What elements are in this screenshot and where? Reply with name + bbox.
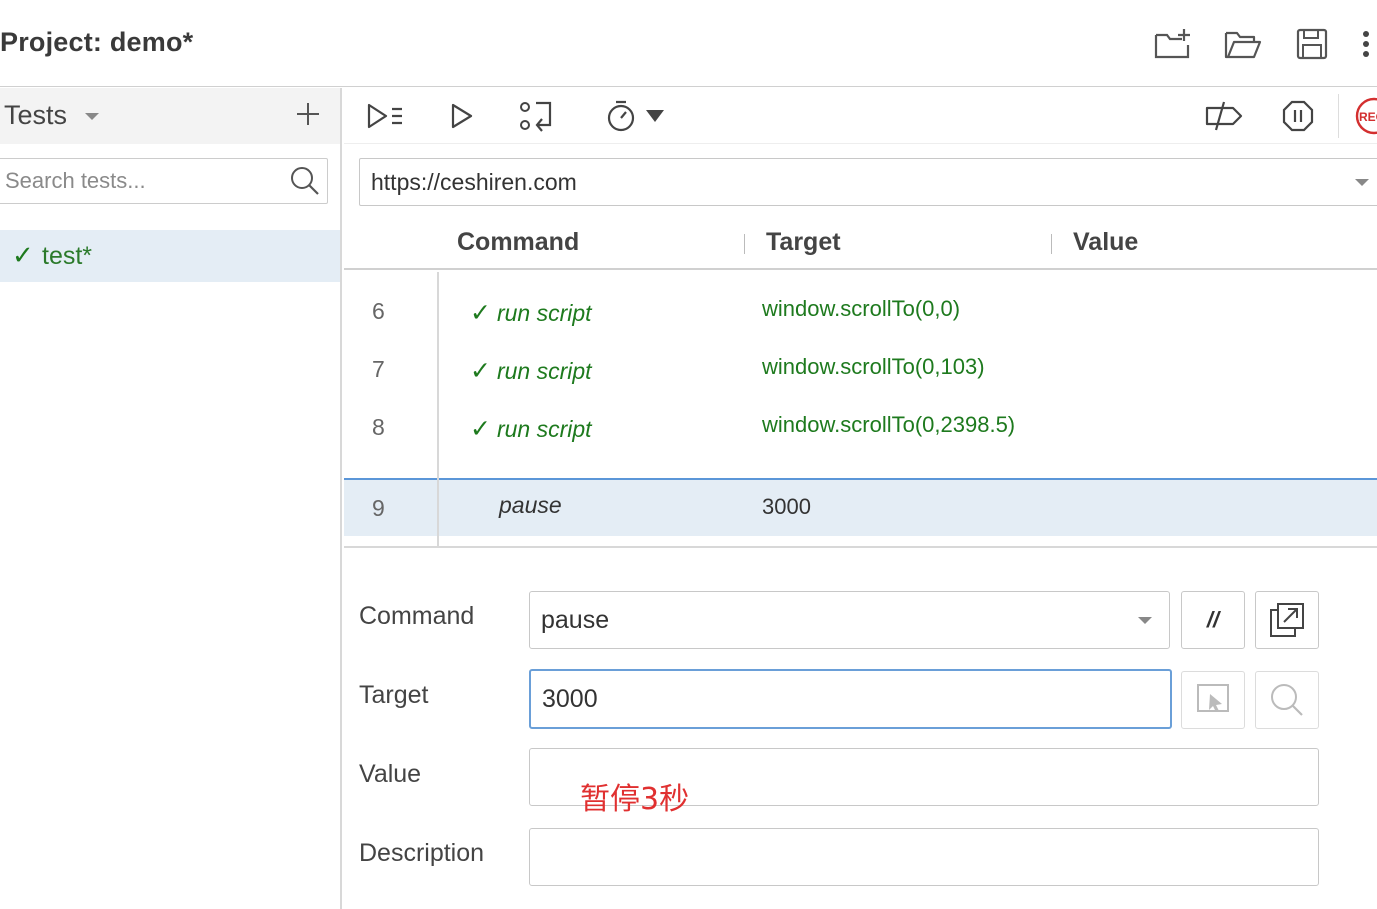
column-header-command: Command: [457, 228, 580, 256]
save-project-icon[interactable]: [1292, 24, 1332, 64]
row-target: window.scrollTo(0,0): [762, 296, 961, 321]
test-toolbar: REC: [344, 88, 1377, 144]
column-separator[interactable]: [1051, 234, 1052, 254]
row-command: ✓ run script: [470, 298, 592, 328]
more-options-icon[interactable]: [1346, 24, 1377, 64]
find-target-button[interactable]: [1255, 671, 1319, 729]
base-url-select[interactable]: https://ceshiren.com: [359, 158, 1377, 206]
commands-table-header: Command Target Value: [344, 218, 1377, 270]
record-icon[interactable]: REC: [1352, 96, 1377, 136]
row-command-text: run script: [496, 300, 592, 326]
test-speed-icon[interactable]: [606, 96, 668, 136]
passed-check-icon: ✓: [470, 415, 491, 443]
row-number: 6: [372, 298, 385, 324]
value-label: Value: [359, 760, 422, 788]
run-current-test-icon[interactable]: [448, 96, 476, 136]
table-row[interactable]: 6 ✓ run script window.scrollTo(0,0): [344, 272, 1377, 330]
plus-icon: [297, 103, 319, 125]
test-name: test*: [42, 242, 93, 270]
tests-sidebar: Tests ✓ test*: [0, 88, 342, 909]
record-label: REC: [1359, 110, 1377, 124]
add-test-button[interactable]: [292, 98, 324, 130]
comment-toggle-button[interactable]: //: [1181, 591, 1245, 649]
table-row-selected[interactable]: 9 pause 3000: [344, 478, 1377, 536]
target-value: 3000: [542, 685, 598, 713]
open-in-new-window-icon: [1270, 603, 1304, 637]
open-project-icon[interactable]: [1223, 24, 1263, 64]
column-header-value: Value: [1073, 228, 1139, 256]
row-number: 7: [372, 356, 385, 382]
caret-down-icon[interactable]: [1354, 178, 1370, 188]
row-number: 9: [372, 495, 385, 521]
project-header: Project: demo*: [0, 0, 1377, 87]
passed-check-icon: ✓: [470, 357, 491, 385]
row-command: pause: [499, 492, 562, 518]
comment-label: //: [1206, 607, 1220, 632]
tests-dropdown-label[interactable]: Tests: [4, 100, 67, 131]
pause-on-exceptions-icon[interactable]: [1282, 96, 1314, 136]
description-label: Description: [359, 839, 485, 867]
tests-section-header: Tests: [0, 88, 340, 144]
search-tests-input[interactable]: [5, 167, 275, 195]
new-project-icon[interactable]: [1153, 24, 1193, 64]
toolbar-divider: [1338, 94, 1339, 138]
row-target: 3000: [762, 494, 811, 519]
commands-table: 6 ✓ run script window.scrollTo(0,0) 7 ✓ ru…: [344, 272, 1377, 548]
row-target: window.scrollTo(0,2398.5): [762, 412, 1016, 437]
caret-down-icon[interactable]: [1137, 616, 1153, 626]
search-tests-box: [0, 158, 328, 204]
test-list-item[interactable]: ✓ test*: [0, 230, 340, 282]
table-row[interactable]: 7 ✓ run script window.scrollTo(0,103): [344, 330, 1377, 388]
row-target: window.scrollTo(0,103): [762, 354, 985, 379]
target-input[interactable]: 3000: [529, 669, 1172, 729]
run-all-tests-icon[interactable]: [366, 96, 406, 136]
search-icon[interactable]: [289, 165, 321, 197]
caret-down-icon[interactable]: [84, 112, 100, 122]
select-target-button[interactable]: [1181, 671, 1245, 729]
target-label: Target: [359, 681, 429, 709]
command-label: Command: [359, 602, 475, 630]
passed-check-icon: ✓: [470, 299, 491, 327]
column-header-target: Target: [766, 228, 841, 256]
row-command-text: run script: [496, 358, 592, 384]
search-icon: [1271, 684, 1303, 716]
row-command: ✓ run script: [470, 356, 592, 386]
disable-breakpoints-icon[interactable]: [1204, 96, 1244, 136]
open-docs-button[interactable]: [1255, 591, 1319, 649]
project-title: Project: demo*: [0, 27, 194, 57]
column-separator[interactable]: [744, 234, 745, 254]
row-number: 8: [372, 414, 385, 440]
table-row[interactable]: 8 ✓ run script window.scrollTo(0,2398.5): [344, 388, 1377, 478]
base-url-value: https://ceshiren.com: [371, 169, 577, 195]
row-number-divider: [437, 272, 439, 546]
handwritten-annotation: 暂停3秒: [580, 782, 690, 817]
select-element-icon: [1197, 684, 1229, 712]
description-input[interactable]: [529, 828, 1319, 886]
row-command-text: run script: [496, 416, 592, 442]
passed-check-icon: ✓: [12, 240, 34, 270]
command-select[interactable]: pause: [529, 591, 1170, 649]
command-value: pause: [541, 606, 610, 634]
step-over-icon[interactable]: [518, 96, 554, 136]
row-command: ✓ run script: [470, 414, 592, 444]
